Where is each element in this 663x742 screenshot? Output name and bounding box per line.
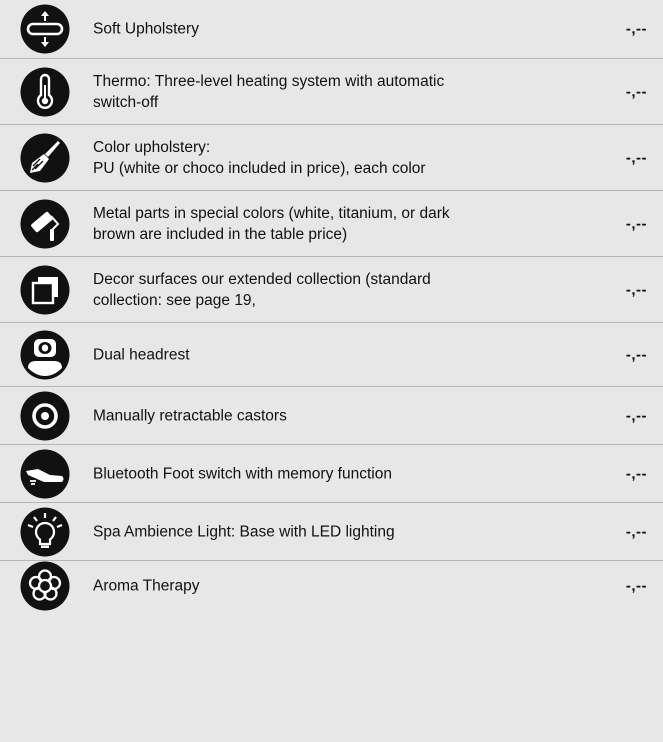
headrest-icon xyxy=(20,330,70,380)
item-label: Dual headrest xyxy=(93,346,190,363)
paintbrush-icon xyxy=(20,133,70,183)
decor-squares-icon xyxy=(20,265,70,315)
thermometer-icon xyxy=(20,67,70,117)
upholstery-adjust-icon xyxy=(20,4,70,54)
flower-icon xyxy=(20,561,70,611)
list-item: Bluetooth Foot switch with memory functi… xyxy=(0,445,663,503)
item-price: -,-- xyxy=(625,149,647,166)
item-price: -,-- xyxy=(625,577,647,595)
item-price: -,-- xyxy=(625,20,647,38)
list-item: Soft Upholstery -,-- xyxy=(0,0,663,59)
options-price-list: Soft Upholstery -,-- Thermo: Three-level… xyxy=(0,0,663,611)
item-label: Metal parts in special colors (white, ti… xyxy=(93,204,450,243)
item-label: Spa Ambience Light: Base with LED lighti… xyxy=(93,523,395,540)
item-label: Bluetooth Foot switch with memory functi… xyxy=(93,465,392,482)
list-item: Manually retractable castors -,-- xyxy=(0,387,663,445)
item-label: Color upholstery: PU (white or choco inc… xyxy=(93,138,426,177)
list-item: Spa Ambience Light: Base with LED lighti… xyxy=(0,503,663,561)
list-item: Aroma Therapy -,-- xyxy=(0,561,663,611)
item-price: -,-- xyxy=(625,407,647,424)
item-price: -,-- xyxy=(625,523,647,540)
list-item: Decor surfaces our extended collection (… xyxy=(0,257,663,323)
list-item: Metal parts in special colors (white, ti… xyxy=(0,191,663,257)
list-item: Dual headrest -,-- xyxy=(0,323,663,387)
list-item: Color upholstery: PU (white or choco inc… xyxy=(0,125,663,191)
item-label: Decor surfaces our extended collection (… xyxy=(93,270,431,309)
light-bulb-icon xyxy=(20,507,70,557)
item-label: Thermo: Three-level heating system with … xyxy=(93,72,445,111)
item-label: Soft Upholstery xyxy=(93,20,199,38)
foot-switch-icon xyxy=(20,449,70,499)
list-item: Thermo: Three-level heating system with … xyxy=(0,59,663,125)
paint-roller-icon xyxy=(20,199,70,249)
item-label: Aroma Therapy xyxy=(93,577,200,595)
castor-icon xyxy=(20,391,70,441)
item-price: -,-- xyxy=(625,465,647,482)
item-price: -,-- xyxy=(625,346,647,363)
item-price: -,-- xyxy=(625,281,647,298)
item-price: -,-- xyxy=(625,215,647,232)
item-price: -,-- xyxy=(625,83,647,100)
item-label: Manually retractable castors xyxy=(93,407,287,424)
